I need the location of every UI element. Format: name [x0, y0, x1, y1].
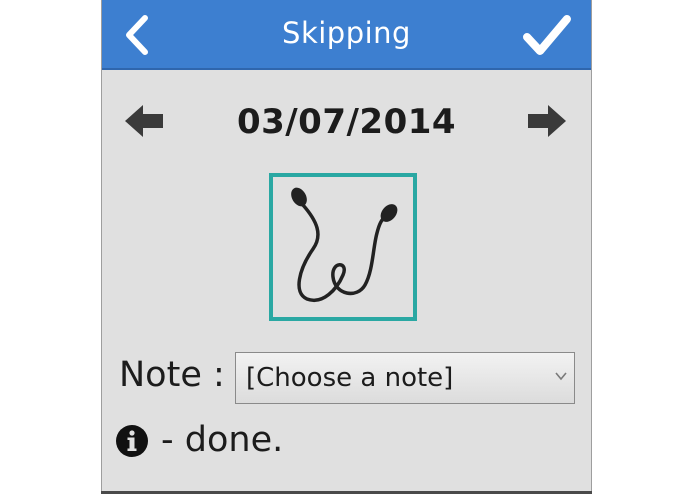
checkmark-icon — [523, 15, 571, 55]
skipping-rope-icon — [291, 187, 398, 303]
confirm-button[interactable] — [521, 12, 573, 58]
activity-icon-box[interactable] — [269, 173, 417, 321]
status-text: - done. — [161, 420, 284, 460]
app-screen: Skipping 03/07/2014 Note : [Choose a not… — [101, 0, 592, 494]
chevron-down-icon — [555, 372, 567, 381]
date-navigator: 03/07/2014 — [101, 94, 592, 148]
info-icon — [116, 425, 148, 457]
note-label: Note : — [119, 355, 225, 395]
page-title: Skipping — [282, 16, 411, 50]
header-bar: Skipping — [101, 0, 592, 70]
current-date: 03/07/2014 — [236, 102, 457, 142]
next-day-button[interactable] — [524, 102, 568, 140]
frame-right-border — [591, 0, 592, 494]
note-select[interactable]: [Choose a note] — [235, 352, 575, 404]
arrow-right-icon — [528, 105, 566, 137]
frame-left-border — [101, 0, 102, 494]
note-select-value: [Choose a note] — [246, 363, 454, 393]
